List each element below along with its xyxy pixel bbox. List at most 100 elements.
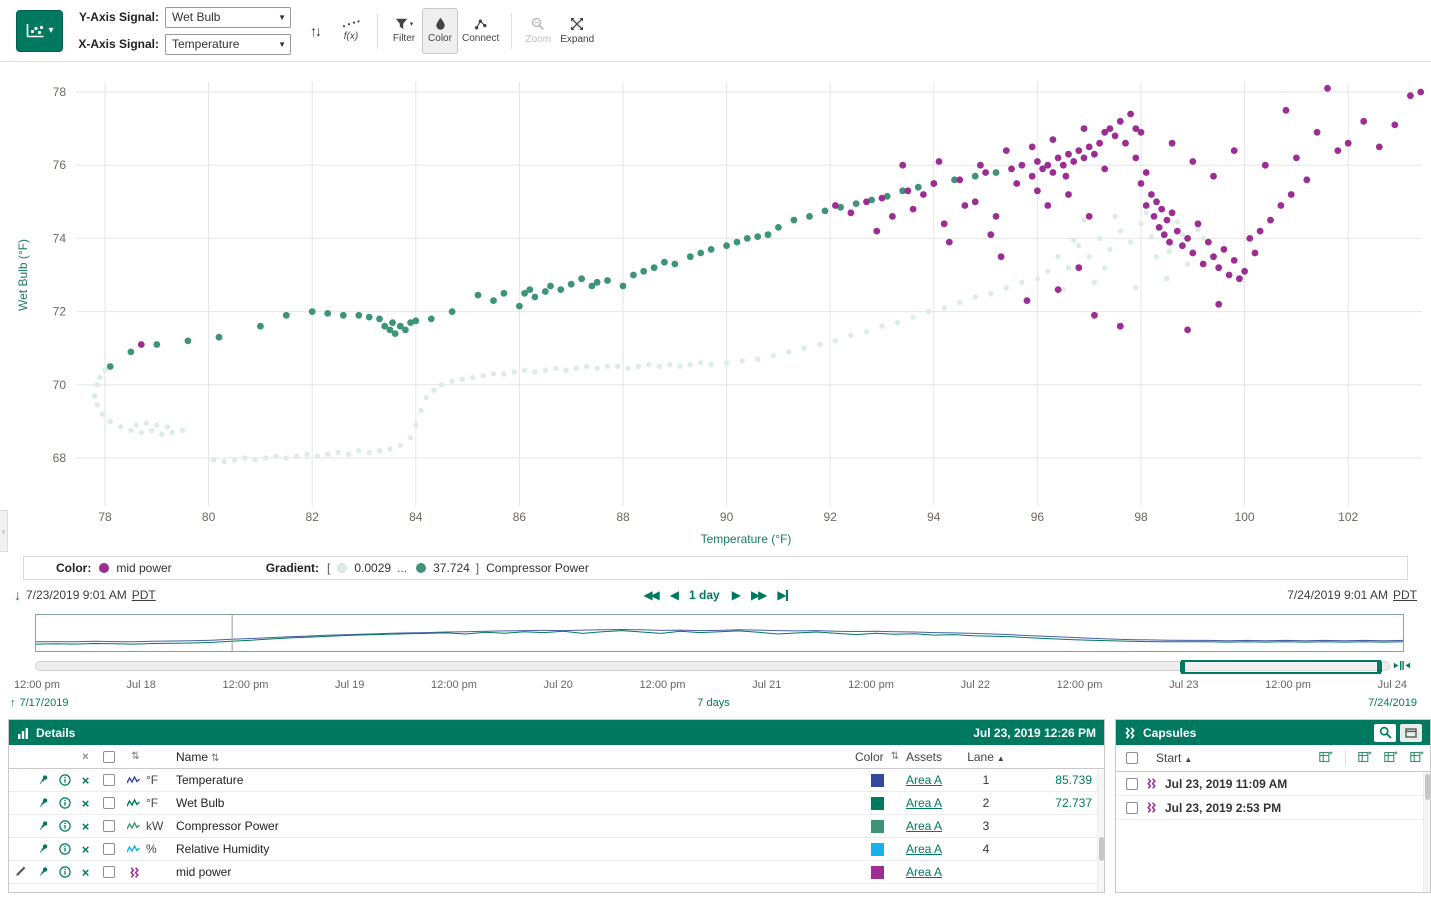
- signal-name[interactable]: Wet Bulb: [176, 796, 848, 810]
- row-checkbox[interactable]: [103, 797, 115, 809]
- color-swatch[interactable]: [871, 820, 884, 833]
- add-column-icon[interactable]: [1410, 750, 1424, 766]
- select-all-capsules-checkbox[interactable]: [1126, 752, 1138, 764]
- details-scrollbar[interactable]: [1097, 769, 1104, 892]
- remove-icon[interactable]: ×: [75, 819, 96, 834]
- x-axis-signal-select[interactable]: Temperature ▼: [165, 34, 291, 55]
- color-swatch[interactable]: [871, 866, 884, 879]
- color-swatch[interactable]: [871, 797, 884, 810]
- assets-column-header[interactable]: Assets: [906, 750, 964, 764]
- table-row[interactable]: × % Relative Humidity Area A 4: [9, 838, 1104, 861]
- lane-number: 2: [964, 796, 1008, 810]
- name-column-header[interactable]: Name: [176, 750, 208, 764]
- edit-pencil-icon[interactable]: [9, 865, 33, 880]
- sidebar-collapse-handle[interactable]: ‹: [0, 510, 8, 552]
- capsule-collapse-button[interactable]: [1400, 724, 1422, 742]
- color-column-header[interactable]: Color: [855, 750, 884, 764]
- select-all-checkbox[interactable]: [103, 751, 115, 763]
- add-column-icon[interactable]: [1358, 750, 1372, 766]
- sort-icon[interactable]: ⇅: [211, 753, 219, 764]
- step-back-fast-icon[interactable]: ◀◀: [643, 588, 657, 602]
- step-forward-icon[interactable]: ▶: [732, 588, 739, 602]
- pin-icon[interactable]: [33, 866, 54, 878]
- sort-icon[interactable]: ⇅: [891, 751, 899, 762]
- color-button[interactable]: Color: [422, 8, 458, 54]
- capsules-scrollbar[interactable]: [1423, 772, 1430, 892]
- selected-range-handle[interactable]: [1181, 660, 1381, 674]
- info-icon[interactable]: [54, 820, 75, 832]
- zoom-to-full-range-icon[interactable]: [1393, 659, 1410, 675]
- remove-icon[interactable]: ×: [75, 773, 96, 788]
- axis-tick-label: Jul 24: [1378, 679, 1407, 691]
- slider-track[interactable]: [35, 661, 1390, 671]
- signal-value: 85.739: [1008, 773, 1104, 787]
- asset-link[interactable]: Area A: [906, 865, 942, 879]
- svg-text:70: 70: [53, 378, 67, 392]
- signal-name[interactable]: Temperature: [176, 773, 848, 787]
- fx-label: f(x): [344, 31, 358, 42]
- remove-all-column-header[interactable]: ×: [75, 751, 96, 763]
- scatter-plot[interactable]: 6870727476787880828486889092949698100102…: [0, 62, 1431, 556]
- remove-icon[interactable]: ×: [75, 796, 96, 811]
- expand-button[interactable]: Expand: [556, 8, 598, 54]
- pin-icon[interactable]: [33, 843, 54, 855]
- display-range-start[interactable]: 7/23/2019 9:01 AM: [26, 588, 127, 602]
- signal-name[interactable]: Relative Humidity: [176, 842, 848, 856]
- x-axis-signal-label: X-Axis Signal:: [73, 37, 159, 51]
- lane-column-header[interactable]: Lane: [967, 750, 994, 764]
- row-checkbox[interactable]: [103, 866, 115, 878]
- condition-name[interactable]: mid power: [176, 865, 848, 879]
- table-row[interactable]: × kW Compressor Power Area A 3: [9, 815, 1104, 838]
- timezone-link[interactable]: PDT: [132, 588, 156, 602]
- asset-link[interactable]: Area A: [906, 819, 942, 833]
- swap-axes-button[interactable]: ↑↓: [297, 8, 333, 54]
- step-back-icon[interactable]: ◀: [670, 588, 677, 602]
- capsule-row[interactable]: Jul 23, 2019 11:09 AM: [1116, 772, 1430, 796]
- filter-button[interactable]: ▾ Filter: [386, 8, 422, 54]
- remove-icon[interactable]: ×: [75, 865, 96, 880]
- timezone-link[interactable]: PDT: [1393, 588, 1417, 602]
- capsule-row[interactable]: Jul 23, 2019 2:53 PM: [1116, 796, 1430, 820]
- svg-text:90: 90: [720, 510, 734, 524]
- remove-icon[interactable]: ×: [75, 842, 96, 857]
- color-swatch[interactable]: [871, 774, 884, 787]
- row-checkbox[interactable]: [103, 774, 115, 786]
- y-axis-signal-select[interactable]: Wet Bulb ▼: [165, 7, 291, 28]
- pin-icon[interactable]: [33, 797, 54, 809]
- fx-tool-button[interactable]: f(x): [333, 8, 369, 54]
- pin-icon[interactable]: [33, 820, 54, 832]
- info-icon[interactable]: [54, 843, 75, 855]
- capsule-checkbox[interactable]: [1126, 778, 1138, 790]
- info-icon[interactable]: [54, 774, 75, 786]
- asset-link[interactable]: Area A: [906, 796, 942, 810]
- start-column-header[interactable]: Start: [1156, 751, 1181, 765]
- step-size-label[interactable]: 1 day: [689, 588, 720, 602]
- row-checkbox[interactable]: [103, 843, 115, 855]
- color-swatch[interactable]: [871, 843, 884, 856]
- chart-type-button[interactable]: ▾: [16, 10, 63, 52]
- display-range-end[interactable]: 7/24/2019 9:01 AM: [1287, 588, 1388, 602]
- row-checkbox[interactable]: [103, 820, 115, 832]
- table-row[interactable]: × °F Temperature Area A 1 85.739: [9, 769, 1104, 792]
- trend-overview[interactable]: [35, 614, 1404, 652]
- table-row[interactable]: × °F Wet Bulb Area A 2 72.737: [9, 792, 1104, 815]
- add-column-icon[interactable]: [1384, 750, 1398, 766]
- signal-name[interactable]: Compressor Power: [176, 819, 848, 833]
- step-to-now-icon[interactable]: ▶: [777, 588, 787, 602]
- connect-button[interactable]: Connect: [458, 8, 503, 54]
- investigate-range-duration[interactable]: 7 days: [10, 697, 1417, 709]
- info-icon[interactable]: [54, 797, 75, 809]
- table-row[interactable]: × mid power Area A: [9, 861, 1104, 884]
- signal-value: 72.737: [1008, 796, 1104, 810]
- legend-gradient-label: Gradient:: [266, 561, 319, 575]
- capsule-checkbox[interactable]: [1126, 802, 1138, 814]
- asset-link[interactable]: Area A: [906, 773, 942, 787]
- top-toolbar: ▾ Y-Axis Signal: Wet Bulb ▼ X-Axis Signa…: [0, 0, 1431, 62]
- step-forward-fast-icon[interactable]: ▶▶: [751, 588, 765, 602]
- sort-by-type-icon[interactable]: ⇅: [131, 751, 139, 762]
- asset-link[interactable]: Area A: [906, 842, 942, 856]
- pin-icon[interactable]: [33, 774, 54, 786]
- add-column-icon[interactable]: [1319, 750, 1333, 766]
- capsule-search-button[interactable]: [1374, 724, 1396, 742]
- info-icon[interactable]: [54, 866, 75, 878]
